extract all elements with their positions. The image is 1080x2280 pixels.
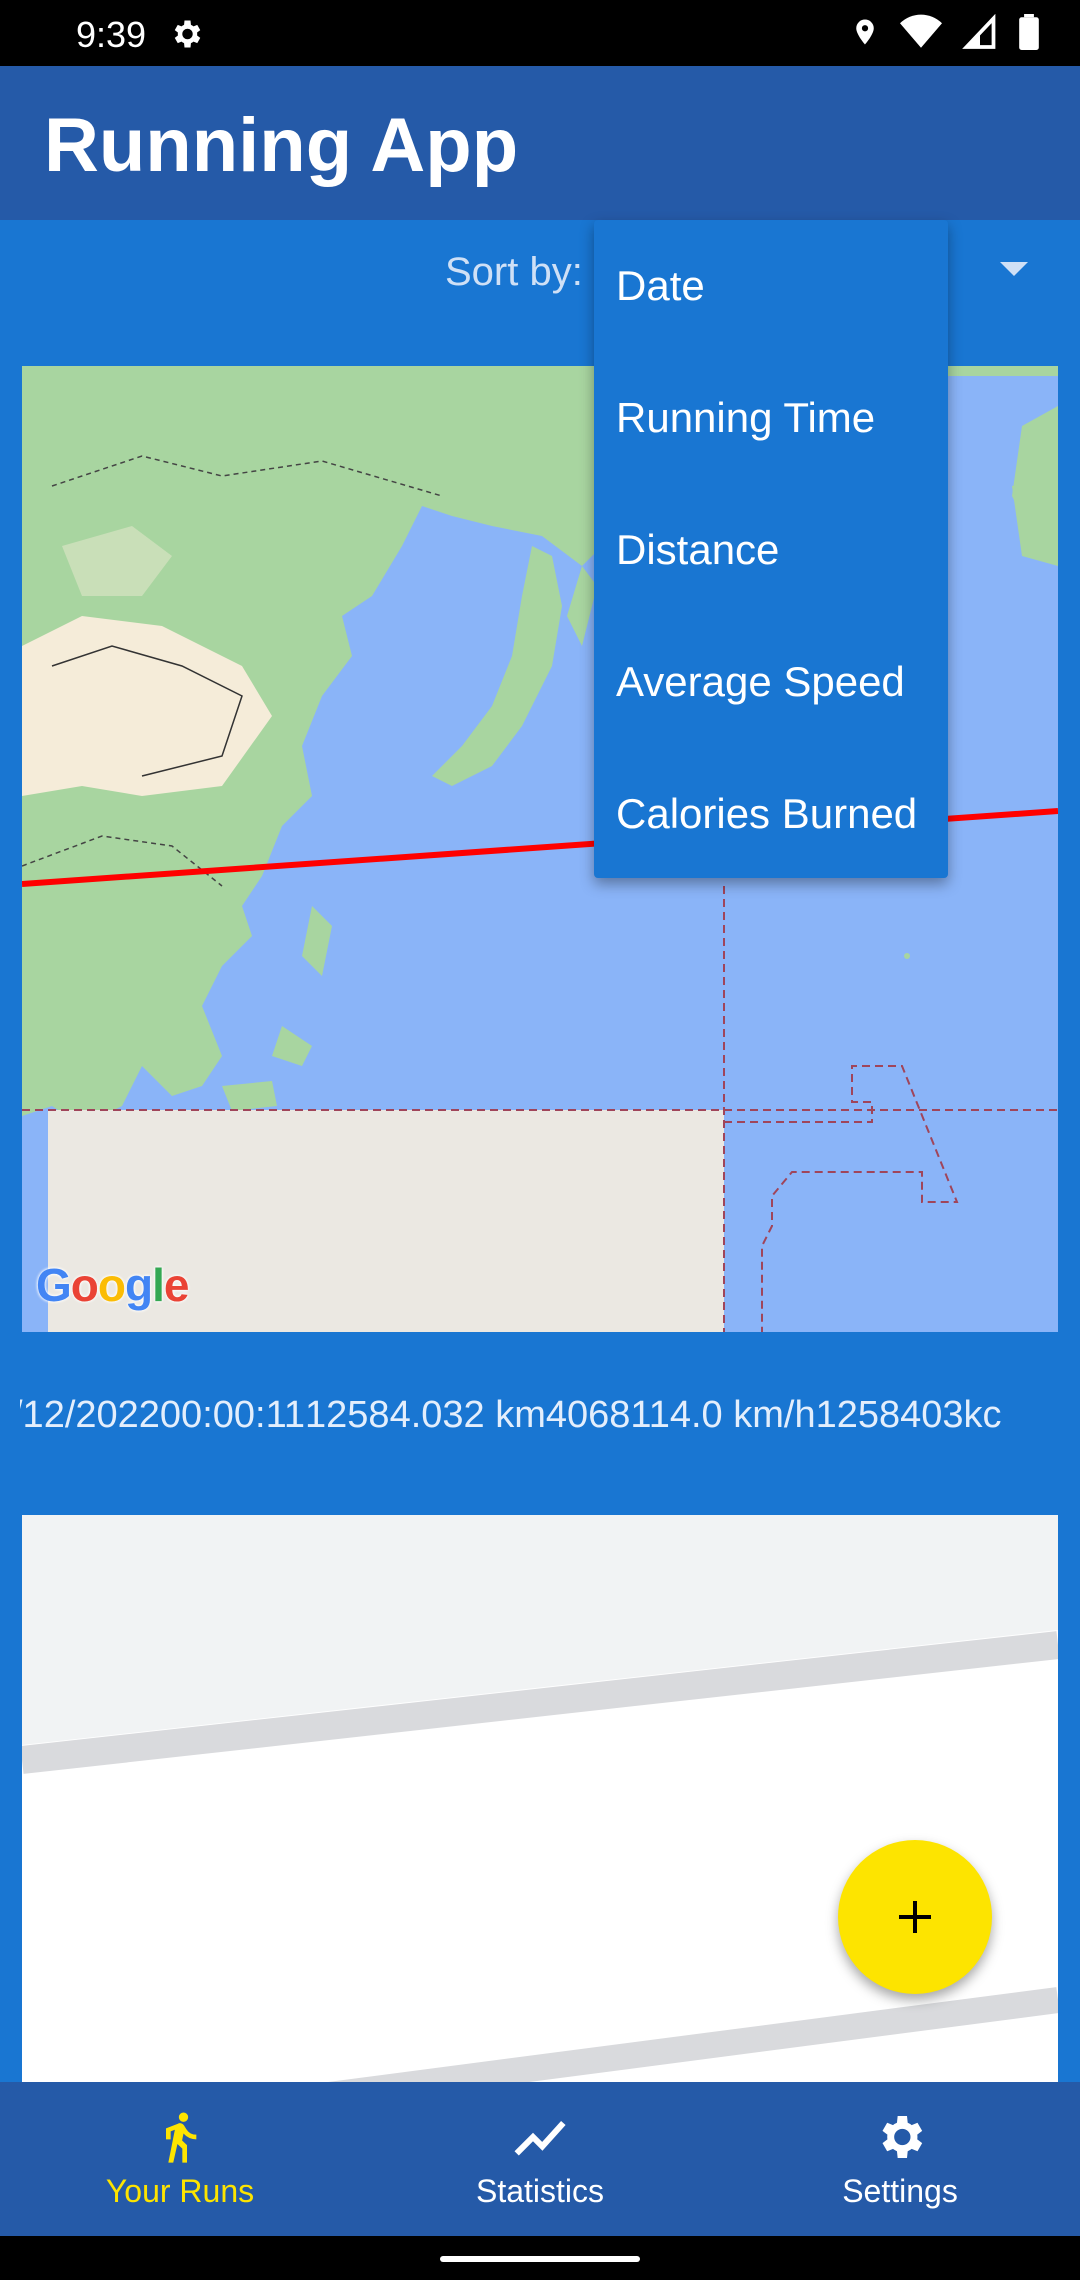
sort-option-average-speed[interactable]: Average Speed (594, 616, 948, 748)
sort-option-running-time[interactable]: Running Time (594, 352, 948, 484)
bottom-navigation: Your Runs Statistics Settings (0, 2082, 1080, 2236)
run-map-2[interactable] (22, 1515, 1058, 2082)
location-icon (856, 19, 874, 45)
plus-icon (899, 1901, 931, 1933)
sort-option-calories-burned[interactable]: Calories Burned (594, 748, 948, 880)
chart-line-icon (514, 2120, 566, 2155)
nav-statistics[interactable]: Statistics (390, 2082, 690, 2236)
gear-icon (882, 2115, 923, 2158)
nav-label-statistics: Statistics (475, 2172, 605, 2209)
battery-icon (1019, 14, 1039, 50)
google-logo: Google (36, 1259, 189, 1311)
sort-label: Sort by: (445, 250, 583, 294)
status-icons (850, 14, 1040, 50)
run-distance: 12584.032 km (305, 1394, 546, 1436)
sort-dropdown-arrow-icon[interactable] (1000, 262, 1028, 276)
sort-option-date[interactable]: Date (594, 220, 948, 352)
app-title: Running App (44, 103, 519, 188)
nav-settings[interactable]: Settings (750, 2082, 1050, 2236)
runner-icon (166, 2112, 197, 2163)
run-avg-speed: 4068114.0 km/h (545, 1394, 816, 1436)
sort-dropdown-menu: Date Running Time Distance Average Speed… (594, 220, 948, 878)
settings-status-icon (168, 16, 204, 61)
run-stats-row: /12/202200:00:1112584.032 km4068114.0 km… (20, 1394, 1060, 1437)
map-view-2 (22, 1515, 1058, 2082)
add-run-button[interactable] (838, 1840, 992, 1994)
status-bar: 9:39 (0, 0, 1080, 66)
run-calories: 1258403kc (815, 1394, 1002, 1436)
run-date: /12/2022 (20, 1394, 160, 1436)
wifi-icon (900, 14, 942, 48)
nav-your-runs[interactable]: Your Runs (30, 2082, 330, 2236)
sort-option-distance[interactable]: Distance (594, 484, 948, 616)
nav-label-your-runs: Your Runs (105, 2172, 255, 2209)
run-time: 00:00:11 (159, 1394, 306, 1436)
app-bar: Running App (0, 66, 1080, 220)
signal-icon (962, 14, 996, 49)
gesture-bar (0, 2236, 1080, 2280)
nav-label-settings: Settings (842, 2172, 958, 2209)
home-gesture-pill[interactable] (440, 2256, 640, 2262)
status-time: 9:39 (76, 14, 147, 55)
